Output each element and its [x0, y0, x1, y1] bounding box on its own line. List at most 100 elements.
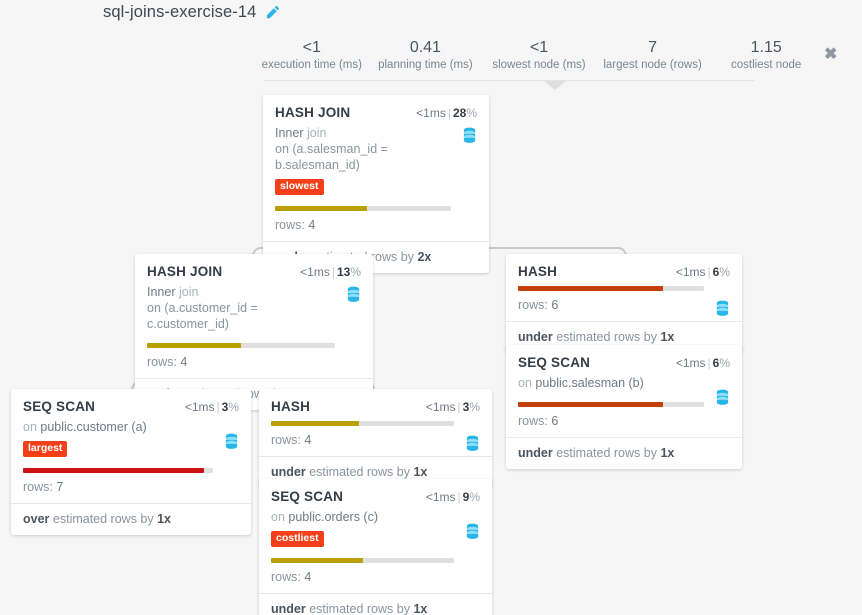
estimate-factor: 1x: [413, 465, 428, 479]
status-badge: largest: [23, 441, 68, 457]
estimate-direction: under: [518, 446, 553, 460]
plan-title-row: sql-joins-exercise-14: [103, 3, 280, 22]
node-join-condition: on (a.customer_id = c.customer_id): [147, 301, 258, 331]
join-word: join: [178, 285, 199, 299]
cost-bar-track: [147, 343, 335, 348]
node-time: <1ms: [425, 490, 456, 504]
node-body: rows: 4: [271, 421, 480, 456]
join-word: join: [306, 126, 327, 140]
node-header: HASH <1ms | 6%: [518, 264, 730, 279]
estimate-text: estimated rows by: [52, 511, 154, 526]
collapse-caret-icon[interactable]: [544, 81, 566, 90]
cost-bar-fill: [23, 467, 204, 473]
node-type-label: HASH JOIN: [275, 105, 351, 120]
rows-value: 7: [56, 479, 64, 494]
database-icon[interactable]: [715, 389, 730, 406]
relation-prefix: on: [23, 420, 37, 434]
stats-divider: [264, 80, 754, 81]
node-metrics: <1ms | 3%: [425, 400, 480, 414]
node-relation: on public.customer (a): [23, 419, 213, 435]
rows-value: 6: [551, 298, 559, 312]
node-percent-symbol: %: [350, 265, 361, 279]
stat-value: <1: [302, 39, 321, 56]
rows-label: rows:: [275, 217, 305, 232]
node-rows: rows: 4: [147, 355, 335, 378]
node-join-condition: on (a.salesman_id = b.salesman_id): [275, 142, 388, 172]
node-metrics: <1ms | 13%: [300, 265, 361, 279]
node-hash-orders[interactable]: HASH <1ms | 3% rows: 4 under estimated r…: [259, 389, 492, 488]
node-time: <1ms: [416, 106, 446, 120]
relation-name: public.salesman (b): [535, 376, 644, 390]
join-kind: Inner: [275, 126, 304, 140]
database-icon[interactable]: [346, 286, 361, 303]
cost-bar-fill: [275, 205, 367, 211]
rows-label: rows:: [518, 298, 548, 312]
node-header: HASH <1ms | 3%: [271, 399, 480, 414]
page-title: sql-joins-exercise-14: [103, 3, 257, 21]
node-type-label: HASH: [518, 264, 558, 279]
node-percent: 28: [452, 106, 467, 120]
stat-slowest-node: <1 slowest node (ms): [482, 38, 596, 73]
node-percent-symbol: %: [719, 265, 730, 279]
node-join-type: Inner join: [147, 284, 335, 300]
stat-label: planning time (ms): [378, 59, 473, 71]
cost-bar-fill: [518, 402, 664, 407]
query-plan-page: sql-joins-exercise-14 <1 execution time …: [0, 0, 862, 615]
node-hash-join-salesman[interactable]: HASH JOIN <1ms | 28% Inner join on (a.sale…: [263, 95, 489, 273]
relation-prefix: on: [518, 376, 532, 390]
node-time: <1ms: [425, 400, 456, 414]
node-time: <1ms: [184, 400, 215, 414]
node-seq-scan-salesman[interactable]: SEQ SCAN <1ms | 6% on public.salesman (b): [506, 345, 742, 469]
node-header: SEQ SCAN <1ms | 9%: [271, 489, 480, 504]
node-body: on public.salesman (b) rows: 6: [518, 375, 730, 437]
node-metrics: <1ms | 28%: [416, 106, 477, 120]
node-body: Inner join on (a.customer_id = c.custome…: [147, 284, 361, 378]
rows-label: rows:: [271, 569, 301, 584]
database-icon[interactable]: [465, 435, 480, 452]
node-hash-join-customer[interactable]: HASH JOIN <1ms | 13% Inner join on (a.cust…: [135, 254, 373, 410]
database-icon[interactable]: [224, 433, 239, 450]
node-relation: on public.orders (c): [271, 509, 454, 525]
estimate-text: estimated rows by: [309, 601, 410, 615]
database-icon[interactable]: [462, 127, 477, 144]
node-type-label: HASH: [271, 399, 311, 414]
node-body: rows: 6: [518, 286, 730, 321]
rows-value: 4: [180, 355, 188, 369]
stat-largest-node: 7 largest node (rows): [596, 38, 710, 73]
estimate-direction: under: [518, 330, 553, 344]
status-badge: slowest: [275, 179, 324, 195]
node-metrics: <1ms | 3%: [184, 400, 239, 414]
stat-execution-time: <1 execution time (ms): [255, 38, 369, 73]
rows-label: rows:: [23, 479, 53, 494]
node-metrics: <1ms | 6%: [675, 265, 730, 279]
node-percent: 13: [336, 265, 351, 279]
node-metrics: <1ms | 6%: [675, 356, 730, 370]
stat-planning-time: 0.41 planning time (ms): [369, 38, 483, 73]
estimate-factor: 1x: [660, 330, 675, 344]
cost-bar-fill: [147, 343, 241, 348]
rows-value: 6: [551, 414, 559, 428]
database-icon[interactable]: [715, 300, 730, 317]
close-icon[interactable]: ✖: [824, 47, 837, 63]
estimate-direction: under: [271, 601, 306, 615]
plan-stats-bar: <1 execution time (ms) 0.41 planning tim…: [255, 38, 823, 73]
pencil-icon[interactable]: [265, 5, 280, 20]
node-time: <1ms: [675, 265, 706, 279]
stat-value: 7: [648, 39, 658, 56]
stat-label: execution time (ms): [261, 59, 362, 71]
stat-value: 1.15: [750, 39, 782, 56]
node-type-label: SEQ SCAN: [518, 355, 591, 370]
node-type-label: HASH JOIN: [147, 264, 223, 279]
database-icon[interactable]: [465, 523, 480, 540]
node-type-label: SEQ SCAN: [23, 399, 96, 414]
node-seq-scan-orders[interactable]: SEQ SCAN <1ms | 9% on public.orders (c) co…: [259, 479, 492, 615]
stat-label: slowest node (ms): [492, 59, 586, 71]
stat-costliest-node: 1.15 costliest node: [709, 38, 823, 73]
estimate-direction: over: [23, 511, 50, 526]
cost-bar-fill: [271, 557, 363, 563]
node-header: HASH JOIN <1ms | 28%: [275, 105, 477, 120]
stat-value: 0.41: [409, 39, 441, 56]
node-hash-salesman[interactable]: HASH <1ms | 6% rows: 6 under estimated r…: [506, 254, 742, 353]
node-seq-scan-customer[interactable]: SEQ SCAN <1ms | 3% on public.customer (a) …: [11, 389, 251, 535]
join-kind: Inner: [147, 285, 176, 299]
